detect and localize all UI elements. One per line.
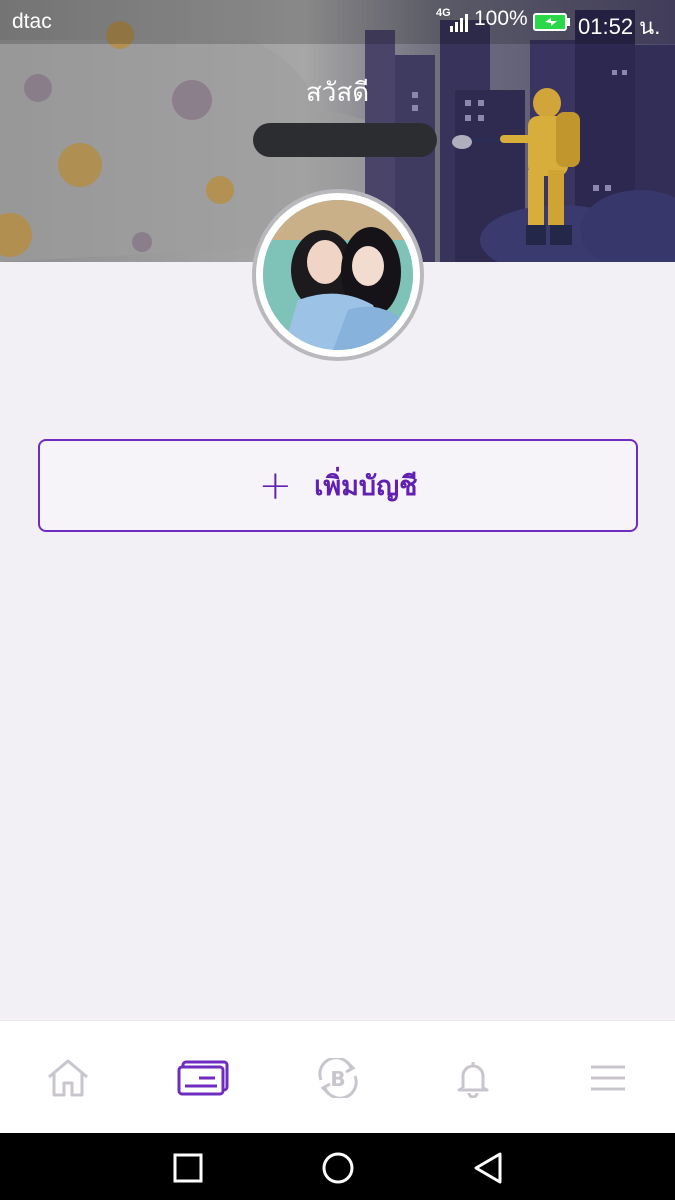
network-type-label: 4G bbox=[436, 7, 451, 19]
system-navigation-bar bbox=[0, 1133, 675, 1200]
plus-icon: + bbox=[258, 462, 293, 509]
status-bar: dtac 4G 100% 01:52 น. bbox=[0, 0, 675, 44]
signal-icon bbox=[450, 12, 472, 37]
clock: 01:52 น. bbox=[578, 14, 661, 39]
card-icon bbox=[177, 1060, 228, 1095]
baht-exchange-icon: B bbox=[317, 1057, 358, 1098]
recent-apps-button[interactable] bbox=[168, 1148, 208, 1188]
back-button[interactable] bbox=[468, 1148, 508, 1188]
nav-transfer[interactable]: B bbox=[270, 1021, 405, 1134]
bottom-navigation: B bbox=[0, 1020, 675, 1133]
nav-accounts[interactable] bbox=[135, 1021, 270, 1134]
avatar-photo bbox=[263, 200, 413, 350]
square-icon bbox=[173, 1153, 203, 1183]
battery-percent: 100% bbox=[474, 7, 528, 30]
home-system-button[interactable] bbox=[318, 1148, 358, 1188]
nav-menu[interactable] bbox=[540, 1021, 675, 1134]
svg-text:B: B bbox=[330, 1067, 345, 1091]
back-triangle-icon bbox=[474, 1152, 502, 1184]
greeting-title: สวัสดี bbox=[305, 78, 370, 108]
nav-notifications[interactable] bbox=[405, 1021, 540, 1134]
screen: dtac 4G 100% 01:52 น. สวัสดี + เพิ่มบัญช… bbox=[0, 0, 675, 1200]
profile-avatar[interactable] bbox=[252, 189, 424, 361]
add-account-label: เพิ่มบัญชี bbox=[314, 471, 418, 502]
username-redacted bbox=[253, 123, 437, 157]
carrier-label: dtac bbox=[12, 10, 52, 33]
nav-home[interactable] bbox=[0, 1021, 135, 1134]
battery-icon bbox=[533, 12, 571, 37]
menu-icon bbox=[590, 1065, 625, 1090]
home-icon bbox=[47, 1059, 88, 1096]
circle-icon bbox=[322, 1152, 354, 1184]
add-account-button[interactable]: + เพิ่มบัญชี bbox=[38, 439, 638, 532]
bell-icon bbox=[457, 1061, 488, 1098]
